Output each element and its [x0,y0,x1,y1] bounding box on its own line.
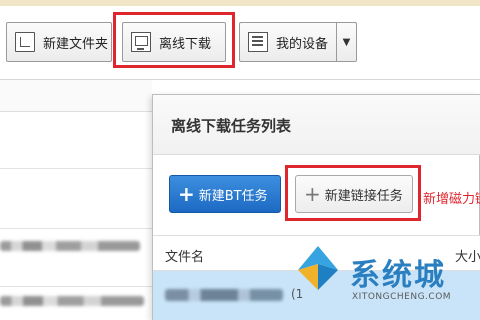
new-bt-task-button[interactable]: + 新建BT任务 [169,175,281,213]
list-divider [0,168,152,169]
brand-name: 系统城 [350,258,446,293]
watermark: 系统城 XITONGCHENG.COM [290,240,480,320]
brand-domain: XITONGCHENG.COM [352,292,452,302]
device-icon [248,32,268,52]
new-link-task-highlight [285,165,421,221]
plus-icon: + [178,182,195,206]
file-list-header [0,80,152,112]
top-strip [0,0,480,6]
new-folder-icon [15,32,35,52]
file-list-background [0,80,152,320]
new-bt-task-label: 新建BT任务 [198,188,268,204]
my-devices-button[interactable]: 我的设备 ▼ [239,22,357,62]
table-row[interactable] [0,296,144,306]
offline-download-highlight [113,12,235,68]
new-folder-button[interactable]: 新建文件夹 [6,22,112,62]
brand-logo-icon [298,246,338,290]
new-folder-label: 新建文件夹 [43,36,109,52]
dialog-title: 离线下载任务列表 [153,95,480,155]
my-devices-label: 我的设备 [276,36,329,52]
column-filename[interactable]: 文件名 [165,246,204,265]
list-divider [0,228,152,229]
toolbar: 新建文件夹 离线下载 我的设备 ▼ [0,0,480,80]
task-name-blurred [165,289,283,301]
list-divider [0,286,152,287]
new-magnet-link-button[interactable]: 新增磁力链 [423,188,480,207]
table-row[interactable] [0,241,140,251]
chevron-down-icon[interactable]: ▼ [336,23,356,61]
